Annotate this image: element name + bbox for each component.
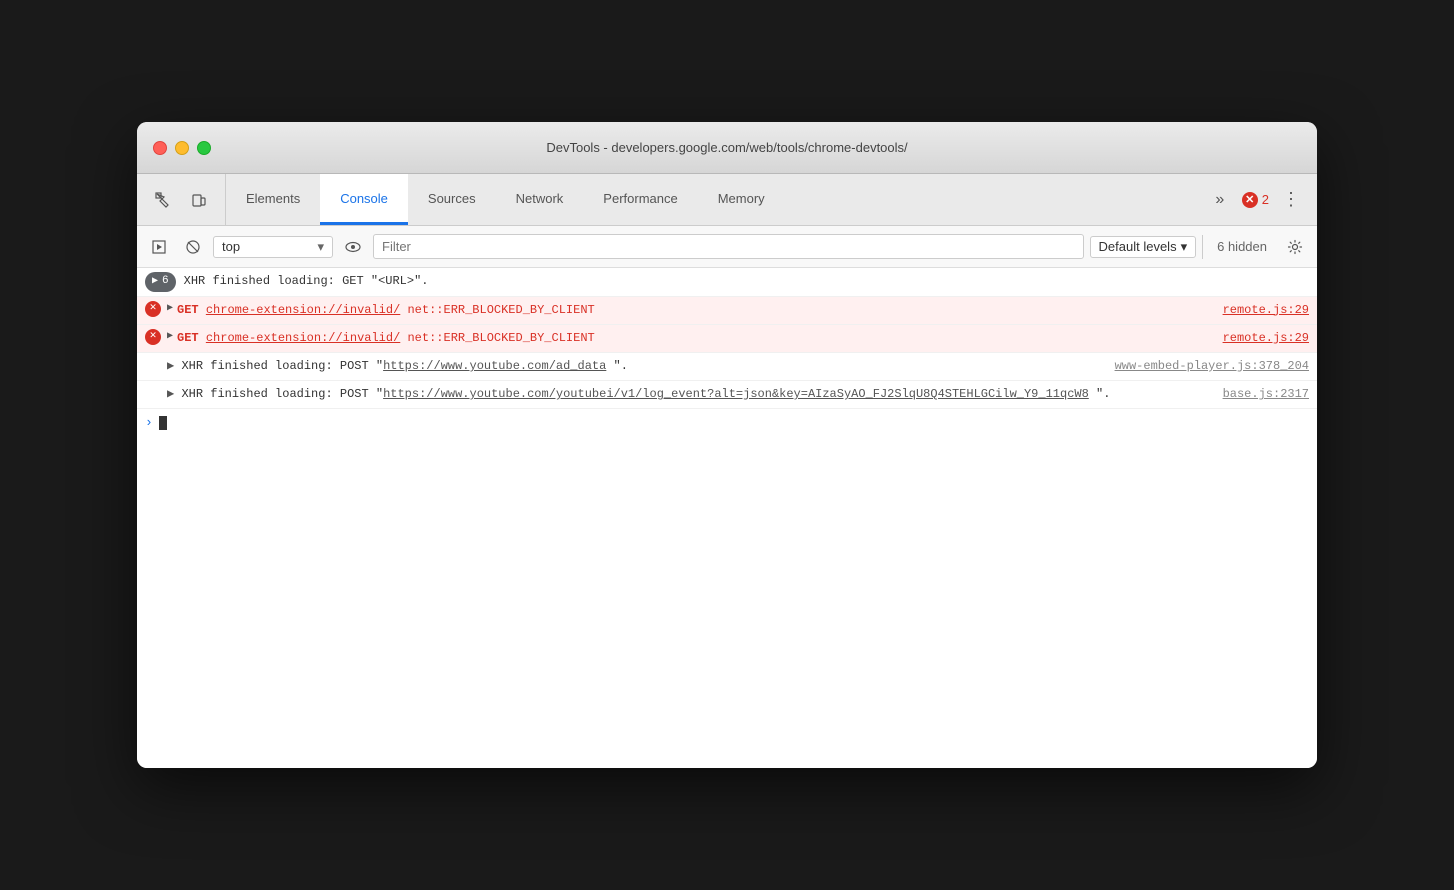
tab-performance[interactable]: Performance xyxy=(583,174,697,225)
error-icon-1: ✕ xyxy=(145,301,161,317)
xhr-post-url-2[interactable]: https://www.youtube.com/youtubei/v1/log_… xyxy=(383,387,1089,401)
xhr-post-file-1[interactable]: www-embed-player.js:378_204 xyxy=(1099,357,1309,376)
console-prompt[interactable]: › xyxy=(137,409,1317,436)
log-levels-button[interactable]: Default levels ▾ xyxy=(1090,236,1197,258)
devtools-window: DevTools - developers.google.com/web/too… xyxy=(137,122,1317,768)
repeat-badge: ▶ 6 xyxy=(145,272,176,292)
clear-console-button[interactable] xyxy=(179,233,207,261)
minimize-button[interactable] xyxy=(175,141,189,155)
prompt-arrow: › xyxy=(145,415,153,430)
log-text-1: XHR finished loading: GET "<URL>". xyxy=(184,272,1309,291)
settings-button[interactable] xyxy=(1281,233,1309,261)
error-icon: ✕ xyxy=(1242,192,1258,208)
filter-input[interactable] xyxy=(373,234,1084,259)
log-entry-xhr-1: ▶ 6 XHR finished loading: GET "<URL>". xyxy=(137,268,1317,297)
file-link-2[interactable]: remote.js:29 xyxy=(1203,329,1309,348)
xhr-post-content-1: ▶ XHR finished loading: POST "https://ww… xyxy=(167,357,1099,376)
error-badge: ✕ 2 xyxy=(1242,192,1269,208)
tab-memory[interactable]: Memory xyxy=(698,174,785,225)
log-entry-xhr-post-1: ▶ XHR finished loading: POST "https://ww… xyxy=(137,353,1317,381)
tab-elements[interactable]: Elements xyxy=(226,174,320,225)
more-options-button[interactable]: ⋮ xyxy=(1277,186,1305,214)
cursor xyxy=(159,416,167,430)
tab-icons xyxy=(137,174,226,225)
console-toolbar: top ▾ Default levels ▾ 6 hidden xyxy=(137,226,1317,268)
tab-console[interactable]: Console xyxy=(320,174,408,225)
expand-arrow-1[interactable]: ▶ xyxy=(167,301,173,317)
xhr-post-url-1[interactable]: https://www.youtube.com/ad_data xyxy=(383,359,606,373)
error-icon-2: ✕ xyxy=(145,329,161,345)
xhr-post-content-2: ▶ XHR finished loading: POST "https://ww… xyxy=(167,385,1207,404)
console-content: ▶ 6 XHR finished loading: GET "<URL>". ✕… xyxy=(137,268,1317,768)
log-entry-error-2: ✕ ▶ GET chrome-extension://invalid/ net:… xyxy=(137,325,1317,353)
tabs-right: » ✕ 2 ⋮ xyxy=(1194,174,1317,225)
expand-arrow-2[interactable]: ▶ xyxy=(167,329,173,345)
file-link-1[interactable]: remote.js:29 xyxy=(1203,301,1309,320)
tab-network[interactable]: Network xyxy=(496,174,584,225)
eye-icon[interactable] xyxy=(339,233,367,261)
maximize-button[interactable] xyxy=(197,141,211,155)
log-entry-error-1: ✕ ▶ GET chrome-extension://invalid/ net:… xyxy=(137,297,1317,325)
traffic-lights xyxy=(153,141,211,155)
error-url-1[interactable]: chrome-extension://invalid/ xyxy=(206,301,400,320)
get-method-2: GET xyxy=(177,329,199,348)
tab-sources[interactable]: Sources xyxy=(408,174,496,225)
error-message-1: net::ERR_BLOCKED_BY_CLIENT xyxy=(407,301,594,320)
inspect-icon[interactable] xyxy=(149,186,177,214)
close-button[interactable] xyxy=(153,141,167,155)
tabs-bar: Elements Console Sources Network Perform… xyxy=(137,174,1317,226)
error-message-2: net::ERR_BLOCKED_BY_CLIENT xyxy=(407,329,594,348)
more-tabs-button[interactable]: » xyxy=(1206,186,1234,214)
log-entry-xhr-post-2: ▶ XHR finished loading: POST "https://ww… xyxy=(137,381,1317,409)
xhr-post-file-2[interactable]: base.js:2317 xyxy=(1207,385,1309,404)
error-url-2[interactable]: chrome-extension://invalid/ xyxy=(206,329,400,348)
hidden-count: 6 hidden xyxy=(1209,239,1275,254)
divider xyxy=(1202,235,1203,259)
context-select[interactable]: top ▾ xyxy=(213,236,333,258)
get-method-1: GET xyxy=(177,301,199,320)
title-bar: DevTools - developers.google.com/web/too… xyxy=(137,122,1317,174)
device-toolbar-icon[interactable] xyxy=(185,186,213,214)
execute-button[interactable] xyxy=(145,233,173,261)
window-title: DevTools - developers.google.com/web/too… xyxy=(546,140,907,155)
